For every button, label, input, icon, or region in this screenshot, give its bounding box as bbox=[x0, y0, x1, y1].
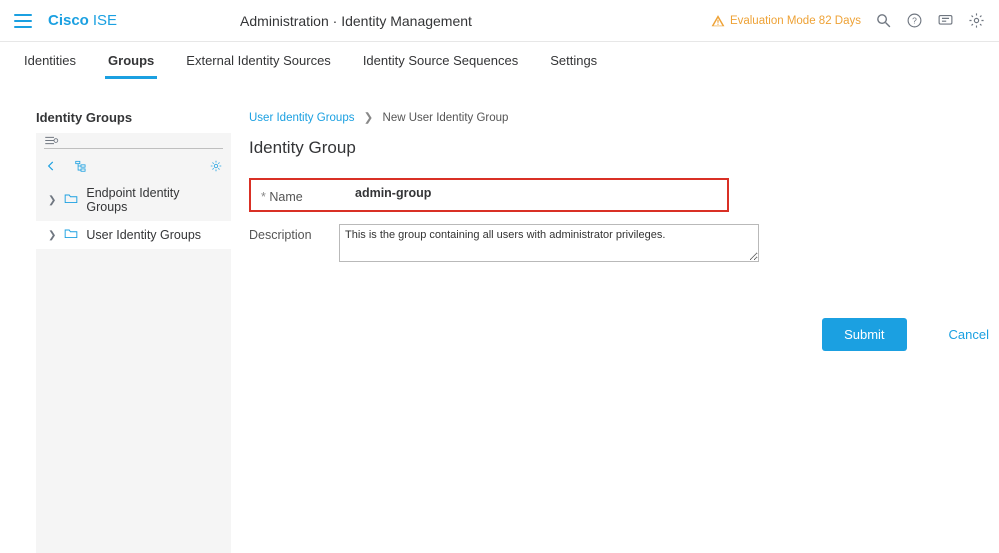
form-actions: Submit Cancel bbox=[249, 318, 989, 351]
description-field-row: Description bbox=[249, 224, 989, 262]
sidebar-search[interactable] bbox=[44, 133, 223, 149]
notes-icon[interactable] bbox=[937, 12, 954, 29]
tree-item-user-groups[interactable]: ❯ User Identity Groups bbox=[36, 221, 231, 249]
settings-icon[interactable] bbox=[968, 12, 985, 29]
breadcrumb-link[interactable]: User Identity Groups bbox=[249, 112, 354, 124]
svg-text:?: ? bbox=[912, 16, 917, 26]
sidebar-title: Identity Groups bbox=[36, 110, 231, 125]
description-input[interactable] bbox=[339, 224, 759, 262]
tab-external-identity-sources[interactable]: External Identity Sources bbox=[186, 42, 331, 79]
folder-icon bbox=[64, 193, 78, 207]
tree-icon[interactable] bbox=[74, 159, 88, 173]
evaluation-badge[interactable]: Evaluation Mode 82 Days bbox=[711, 14, 861, 28]
chevron-right-icon: ❯ bbox=[48, 230, 56, 241]
main: User Identity Groups ❯ New User Identity… bbox=[231, 110, 989, 551]
page-title: Identity Group bbox=[249, 138, 989, 158]
content: Identity Groups ❯ Endpoint Identity Gro bbox=[0, 80, 999, 551]
tree-item-endpoint-groups[interactable]: ❯ Endpoint Identity Groups bbox=[36, 179, 231, 221]
sidebar-panel: ❯ Endpoint Identity Groups ❯ User Identi… bbox=[36, 133, 231, 553]
breadcrumb: User Identity Groups ❯ New User Identity… bbox=[249, 110, 989, 124]
page-header: Administration · Identity Management bbox=[1, 13, 711, 29]
back-icon[interactable] bbox=[44, 159, 58, 173]
tab-groups[interactable]: Groups bbox=[108, 42, 154, 79]
name-input[interactable]: admin-group bbox=[345, 186, 431, 200]
chevron-right-icon: ❯ bbox=[364, 112, 374, 124]
help-icon[interactable]: ? bbox=[906, 12, 923, 29]
tab-identities[interactable]: Identities bbox=[24, 42, 76, 79]
submit-button[interactable]: Submit bbox=[822, 318, 906, 351]
cancel-button[interactable]: Cancel bbox=[949, 318, 989, 351]
tab-bar: Identities Groups External Identity Sour… bbox=[0, 42, 999, 80]
name-label: * Name bbox=[255, 186, 345, 204]
warning-icon bbox=[711, 14, 725, 28]
chevron-right-icon: ❯ bbox=[48, 195, 56, 206]
sidebar: Identity Groups ❯ Endpoint Identity Gro bbox=[36, 110, 231, 551]
folder-icon bbox=[64, 228, 78, 242]
sidebar-gear-icon[interactable] bbox=[209, 159, 223, 173]
description-label: Description bbox=[249, 224, 339, 242]
breadcrumb-current: New User Identity Group bbox=[383, 112, 509, 124]
tree-label: User Identity Groups bbox=[86, 228, 201, 242]
tree-label: Endpoint Identity Groups bbox=[86, 186, 219, 214]
name-field-row: * Name admin-group bbox=[249, 178, 729, 212]
top-bar: Cisco ISE Administration · Identity Mana… bbox=[0, 0, 999, 42]
sidebar-tools bbox=[36, 153, 231, 179]
tab-identity-source-sequences[interactable]: Identity Source Sequences bbox=[363, 42, 518, 79]
tab-settings[interactable]: Settings bbox=[550, 42, 597, 79]
search-icon[interactable] bbox=[875, 12, 892, 29]
